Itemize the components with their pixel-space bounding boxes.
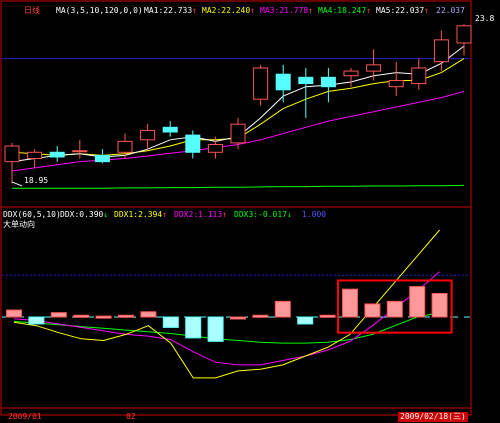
ma3-arrow: ↑ xyxy=(308,6,313,15)
candle-body-up xyxy=(388,79,404,88)
footer-mid-date: 02 xyxy=(126,412,136,421)
candle-body-up xyxy=(4,145,20,163)
candle-body-up xyxy=(207,143,223,153)
ddx3-arrow: ↓ xyxy=(287,210,292,219)
candle-body-up xyxy=(117,140,133,153)
ma4-value: 18.247 xyxy=(337,6,367,15)
ddx-bar xyxy=(364,303,381,318)
candle-body-up xyxy=(456,25,472,44)
candle-body-up xyxy=(366,64,382,72)
ma1-arrow: ↑ xyxy=(192,6,197,15)
ddx-bar xyxy=(386,300,403,318)
ma6-value: 22.037 xyxy=(436,6,465,15)
ddx-bar xyxy=(162,316,179,328)
ddx2-readout: DDX2:1.113↑ xyxy=(174,210,227,220)
indicator-subtitle: 大单动向 xyxy=(3,220,35,229)
ddx-readout: DDX:0.390↓ xyxy=(60,210,108,220)
ddx-bar xyxy=(252,314,269,318)
ddx-bar xyxy=(185,316,202,339)
ddx2-value: 1.113 xyxy=(198,210,223,219)
ddx3-readout: DDX3:-0.017↓ xyxy=(234,210,292,220)
candle-body-down xyxy=(162,126,178,133)
ma2-readout: MA2:22.240↑ xyxy=(202,6,255,16)
ddx-bar xyxy=(230,316,246,320)
ddx1-readout: DDX1:2.394↑ xyxy=(114,210,167,220)
candle-body-up xyxy=(230,123,246,144)
footer-right-date: 2009/02/18(三) xyxy=(398,412,468,422)
ddx-bar xyxy=(50,312,67,318)
candle-body-up xyxy=(72,150,88,153)
candle-body-up xyxy=(27,151,43,160)
footer-weekday: 三 xyxy=(453,412,461,421)
ma2-arrow: ↑ xyxy=(250,6,255,15)
ddx-bar xyxy=(431,293,448,318)
candle-body-up xyxy=(433,39,449,63)
ddx1-arrow: ↑ xyxy=(162,210,168,219)
ddx-bar xyxy=(73,314,90,318)
ma3-readout: MA3:21.778↑ xyxy=(260,6,313,16)
ma4-line xyxy=(12,184,465,189)
ma2-label: MA2: xyxy=(202,6,222,15)
extra-readout: 1.000 xyxy=(302,210,327,219)
ma3-value: 21.778 xyxy=(279,6,309,15)
ddx-bar xyxy=(140,311,157,318)
ma4-label: MA4: xyxy=(318,6,338,15)
candle-body-down xyxy=(298,76,314,85)
ddx1-value: 2.394 xyxy=(138,210,163,219)
ddx3-value: -0.017 xyxy=(258,210,287,219)
low-pointer xyxy=(11,181,23,187)
ddx-value: 0.390 xyxy=(79,210,104,219)
ddx-arrow: ↓ xyxy=(103,210,109,219)
ddx-bar xyxy=(319,314,336,318)
ddx-bar xyxy=(118,314,134,318)
ddx-bar xyxy=(297,316,314,325)
candle-body-up xyxy=(411,67,427,85)
ddx-bar xyxy=(342,288,358,318)
indicator-params: DDX(60,5,10) xyxy=(3,210,61,219)
ddx-bar xyxy=(28,316,45,325)
ddx3-label: DDX3: xyxy=(234,210,259,219)
candle-body-down xyxy=(94,154,110,163)
candle-body-up xyxy=(343,70,359,77)
footer-left-date: 2009/01 xyxy=(8,412,42,421)
ma4-readout: MA4:18.247↑ xyxy=(318,6,371,16)
chart-frame xyxy=(0,0,472,416)
ma1-label: MA1: xyxy=(144,6,164,15)
ma5-arrow: ↑ xyxy=(424,6,429,15)
candle-body-down xyxy=(185,134,201,153)
ddx-label: DDX: xyxy=(60,210,80,219)
ddx2-label: DDX2: xyxy=(174,210,199,219)
ddx-bar xyxy=(95,315,112,319)
ma-params: MA(3,5,10,120,0,0) xyxy=(56,6,143,15)
ma5-value: 22.037 xyxy=(395,6,425,15)
period-label: 日线 xyxy=(24,6,40,15)
candle-body-down xyxy=(320,76,336,88)
ma3-label: MA3: xyxy=(260,6,280,15)
high-price-label: 23.8 xyxy=(475,14,495,23)
ddx2-arrow: ↑ xyxy=(222,210,228,219)
candle-body-down xyxy=(275,73,291,91)
ddx2-line xyxy=(13,271,440,366)
ddx-bar xyxy=(207,316,224,342)
candle-body-down xyxy=(49,151,65,158)
low-price-label: 18.95 xyxy=(24,176,49,185)
ma4-arrow: ↑ xyxy=(366,6,371,15)
ddx-bar xyxy=(409,286,426,318)
ma1-value: 22.733 xyxy=(163,6,193,15)
candle-body-up xyxy=(253,67,269,100)
ma5-readout: MA5:22.037↑ xyxy=(376,6,429,16)
ddx-bar xyxy=(6,309,22,318)
ddx-bar xyxy=(274,300,291,318)
ddx1-label: DDX1: xyxy=(114,210,139,219)
candle-body-up xyxy=(140,129,156,141)
footer-date: 2009/02/18 xyxy=(400,412,449,421)
ma2-value: 22.240 xyxy=(221,6,251,15)
ma1-readout: MA1:22.733↑ xyxy=(144,6,197,16)
ma5-label: MA5: xyxy=(376,6,396,15)
